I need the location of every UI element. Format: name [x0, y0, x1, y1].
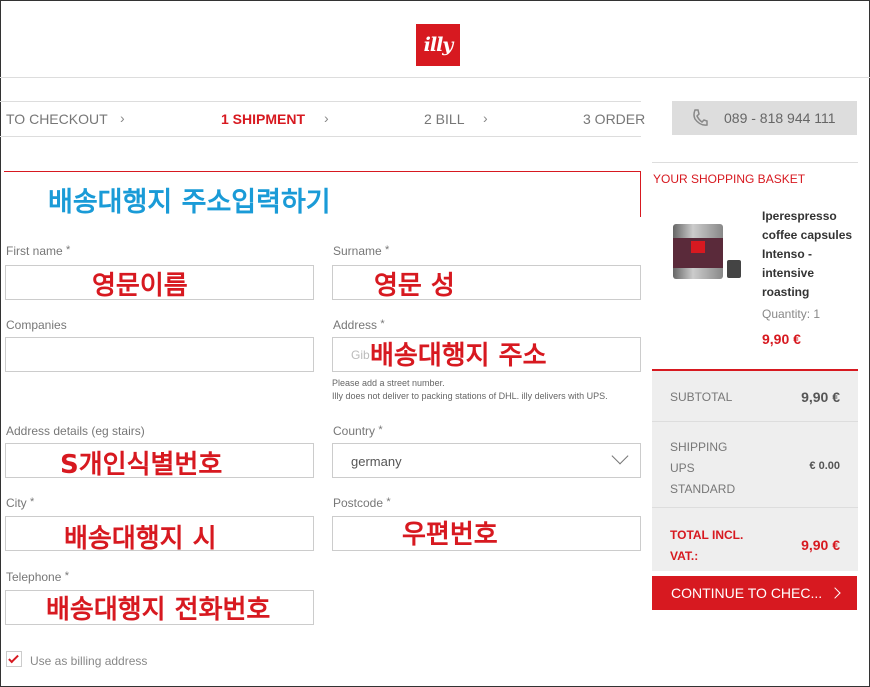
continue-button-label: CONTINUE TO CHEC...	[671, 585, 823, 601]
order-summary: SUBTOTAL 9,90 € SHIPPING UPS STANDARD € …	[652, 371, 858, 571]
address-placeholder: Gib	[351, 348, 370, 362]
capsule-image	[727, 260, 741, 278]
annotation-postcode: 우편번호	[402, 520, 498, 550]
step-bill[interactable]: 2 BILL	[424, 111, 464, 127]
city-label: City *	[6, 496, 35, 510]
annotation-surname: 영문 성	[374, 271, 455, 301]
country-select[interactable]: germany	[332, 443, 641, 478]
basket-divider	[652, 162, 858, 163]
annotation-city: 배송대행지 시	[64, 524, 217, 554]
step-shipment[interactable]: 1 SHIPMENT	[221, 111, 305, 127]
product-image[interactable]	[673, 224, 743, 280]
product-price: 9,90 €	[762, 331, 801, 347]
basket-title: YOUR SHOPPING BASKET	[653, 172, 806, 186]
surname-label: Surname *	[333, 244, 390, 258]
phone-icon	[692, 109, 708, 127]
phone-box[interactable]: 089 - 818 944 111	[672, 101, 857, 135]
annotation-first-name: 영문이름	[92, 271, 188, 301]
continue-to-checkout-button[interactable]: CONTINUE TO CHEC...	[652, 576, 857, 610]
subtotal-label: SUBTOTAL	[670, 390, 733, 404]
address-label: Address *	[333, 318, 385, 332]
billing-checkbox[interactable]	[6, 651, 22, 667]
subtotal-value: 9,90 €	[801, 389, 840, 405]
chevron-right-icon: ›	[120, 110, 125, 126]
annotation-telephone: 배송대행지 전화번호	[46, 595, 271, 625]
shipping-carrier: UPS	[670, 461, 695, 475]
checkmark-icon	[8, 652, 19, 664]
address-hint-street: Please add a street number.	[332, 378, 445, 388]
site-header: illy	[0, 0, 870, 78]
postcode-label: Postcode *	[333, 496, 391, 510]
country-label: Country *	[333, 424, 383, 438]
country-value: germany	[351, 454, 402, 469]
shipping-label: SHIPPING	[670, 440, 728, 454]
chevron-right-icon: ›	[483, 110, 488, 126]
total-value: 9,90 €	[801, 537, 840, 553]
chevron-right-icon	[829, 587, 841, 599]
first-name-label: First name *	[6, 244, 71, 258]
billing-checkbox-label[interactable]: Use as billing address	[30, 654, 147, 668]
chevron-down-icon	[611, 447, 629, 465]
address-details-label: Address details (eg stairs)	[6, 424, 145, 438]
step-order[interactable]: 3 ORDER	[583, 111, 645, 127]
chevron-right-icon: ›	[324, 110, 329, 126]
companies-label: Companies	[6, 318, 67, 332]
illy-logo[interactable]: illy	[416, 24, 460, 66]
total-label: TOTAL INCL.	[670, 528, 744, 542]
coffee-can-image	[673, 224, 723, 279]
annotation-address: 배송대행지 주소	[370, 341, 547, 371]
checkout-steps: TO CHECKOUT › 1 SHIPMENT › 2 BILL › 3 OR…	[0, 101, 645, 137]
product-quantity: Quantity: 1	[762, 307, 821, 321]
annotation-title: 배송대행지 주소입력하기	[48, 187, 331, 218]
total-label-vat: VAT.:	[670, 549, 699, 563]
companies-input[interactable]	[5, 337, 314, 372]
phone-number: 089 - 818 944 111	[724, 110, 836, 126]
step-to-checkout[interactable]: TO CHECKOUT	[6, 111, 108, 127]
annotation-address-details: S개인식별번호	[60, 450, 223, 480]
address-hint-dhl: Illy does not deliver to packing station…	[332, 391, 608, 401]
shipping-method: STANDARD	[670, 482, 736, 496]
product-name[interactable]: Iperespresso coffee capsules Intenso - i…	[762, 207, 862, 302]
telephone-label: Telephone *	[6, 570, 70, 584]
shipping-value: € 0.00	[809, 460, 840, 472]
